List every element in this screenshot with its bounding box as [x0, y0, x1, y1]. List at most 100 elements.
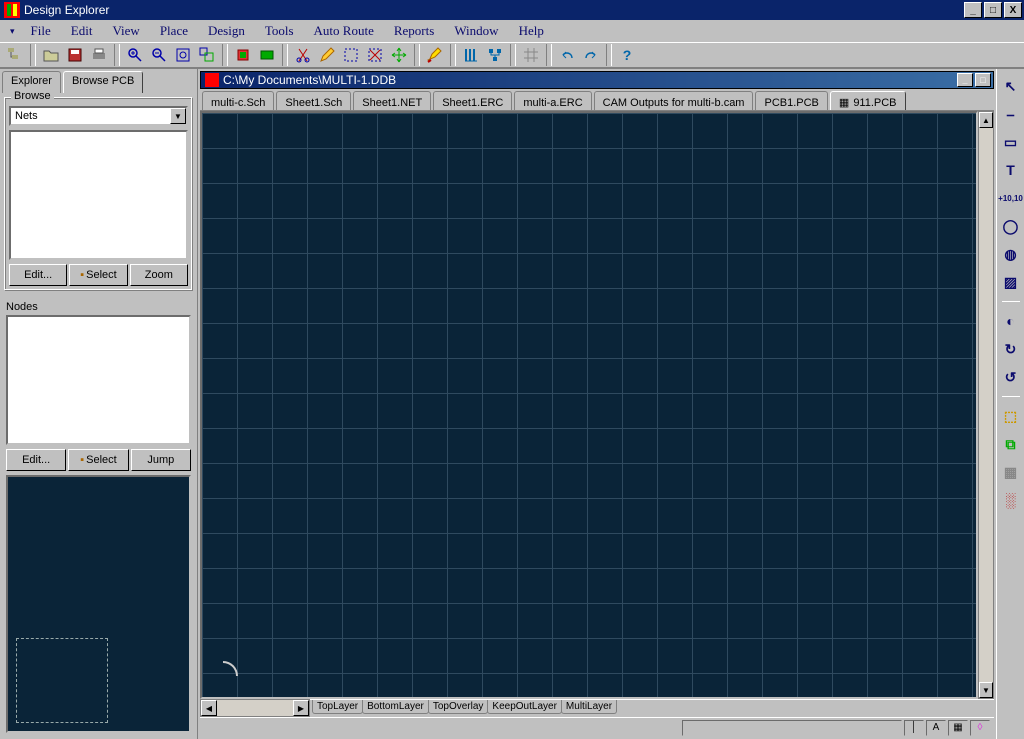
tb-undo-icon[interactable]: [556, 44, 578, 66]
menu-tools[interactable]: Tools: [255, 21, 304, 41]
minimize-button[interactable]: _: [964, 2, 982, 18]
tb-highlight-icon[interactable]: [424, 44, 446, 66]
nodes-listbox[interactable]: [6, 315, 191, 445]
hscroll-track[interactable]: [217, 700, 293, 716]
tb-component-icon[interactable]: [232, 44, 254, 66]
menu-view[interactable]: View: [102, 21, 149, 41]
tool-coord-icon[interactable]: +10,10: [1000, 187, 1022, 209]
tb-grid-icon[interactable]: [520, 44, 542, 66]
status-cell-2[interactable]: A: [926, 720, 946, 736]
menu-help[interactable]: Help: [509, 21, 554, 41]
tb-zoom-out-icon[interactable]: [148, 44, 170, 66]
tb-pencil-icon[interactable]: [316, 44, 338, 66]
tool-rect-icon[interactable]: ▭: [1000, 131, 1022, 153]
menu-window[interactable]: Window: [444, 21, 508, 41]
scroll-down-icon[interactable]: ▼: [979, 682, 993, 698]
menu-reports[interactable]: Reports: [384, 21, 444, 41]
zoom-button[interactable]: Zoom: [130, 264, 188, 286]
tool-component-icon[interactable]: ⧉: [1000, 433, 1022, 455]
tb-redo-icon[interactable]: [580, 44, 602, 66]
layer-bottom[interactable]: BottomLayer: [362, 700, 429, 714]
doc-maximize-button[interactable]: □: [975, 73, 991, 87]
tb-open-icon[interactable]: [40, 44, 62, 66]
tab-sheet1-net[interactable]: Sheet1.NET: [353, 91, 431, 110]
jump-button[interactable]: Jump: [131, 449, 191, 471]
tb-zoom-in-icon[interactable]: [124, 44, 146, 66]
menu-dropdown-icon[interactable]: ▾: [10, 26, 21, 37]
tab-911-pcb[interactable]: ▦911.PCB: [830, 91, 906, 110]
tb-help-icon[interactable]: ?: [616, 44, 638, 66]
tool-rotate-cw-icon[interactable]: ↻: [1000, 338, 1022, 360]
tab-cam-outputs[interactable]: CAM Outputs for multi-b.cam: [594, 91, 754, 110]
document-icon: [205, 73, 219, 87]
edit-button-bottom[interactable]: Edit...: [6, 449, 66, 471]
tool-polygon-icon[interactable]: ░: [1000, 489, 1022, 511]
tab-sheet1-sch[interactable]: Sheet1.Sch: [276, 91, 351, 110]
right-toolbar: ↖ ⎯ ▭ T +10,10 ◯ ◍ ▨ ◐ ↻ ↺ ⬚ ⧉ ▦ ░: [996, 69, 1024, 739]
menu-bar: ▾ File Edit View Place Design Tools Auto…: [0, 20, 1024, 42]
select-button-bottom[interactable]: ▪Select: [68, 449, 128, 471]
tb-move-icon[interactable]: [388, 44, 410, 66]
menu-file[interactable]: File: [21, 21, 61, 41]
scroll-left-icon[interactable]: ◀: [201, 700, 217, 716]
vertical-scrollbar[interactable]: ▲ ▼: [978, 111, 994, 699]
tb-select-rect-icon[interactable]: [340, 44, 362, 66]
status-cell-keyboard-icon[interactable]: ▦: [948, 720, 968, 736]
layer-keepout[interactable]: KeepOutLayer: [487, 700, 562, 714]
pcb-canvas[interactable]: [200, 111, 978, 699]
combo-arrow-icon[interactable]: ▼: [170, 108, 186, 124]
scroll-up-icon[interactable]: ▲: [979, 112, 993, 128]
horizontal-scrollbar[interactable]: ◀ ▶: [200, 699, 310, 717]
tab-sheet1-erc[interactable]: Sheet1.ERC: [433, 91, 512, 110]
tb-cut-icon[interactable]: [292, 44, 314, 66]
menu-design[interactable]: Design: [198, 21, 255, 41]
tool-via-icon[interactable]: ◍: [1000, 243, 1022, 265]
tab-browse-pcb[interactable]: Browse PCB: [63, 71, 143, 93]
layer-multi[interactable]: MultiLayer: [561, 700, 617, 714]
tool-fill-icon[interactable]: ▨: [1000, 271, 1022, 293]
edit-button-top[interactable]: Edit...: [9, 264, 67, 286]
origin-marker-icon: [208, 661, 238, 691]
tb-zoom-area-icon[interactable]: [196, 44, 218, 66]
select-button-top[interactable]: ▪Select: [69, 264, 127, 286]
tb-print-icon[interactable]: [88, 44, 110, 66]
vscroll-track[interactable]: [979, 128, 993, 682]
menu-autoroute[interactable]: Auto Route: [304, 21, 384, 41]
nets-listbox[interactable]: [9, 130, 188, 260]
main-toolbar: ?: [0, 42, 1024, 68]
tool-pointer-icon[interactable]: ↖: [1000, 75, 1022, 97]
layer-top[interactable]: TopLayer: [312, 700, 363, 714]
tab-multic-sch[interactable]: multi-c.Sch: [202, 91, 274, 110]
document-tabs: multi-c.Sch Sheet1.Sch Sheet1.NET Sheet1…: [200, 89, 994, 111]
tb-library-icon[interactable]: [460, 44, 482, 66]
close-button[interactable]: X: [1004, 2, 1022, 18]
tool-arc-icon[interactable]: ◐: [1000, 310, 1022, 332]
tb-pad-icon[interactable]: [256, 44, 278, 66]
maximize-button[interactable]: □: [984, 2, 1002, 18]
tool-line-icon[interactable]: ⎯: [1000, 103, 1022, 125]
status-cell-1[interactable]: │: [904, 720, 924, 736]
tb-zoom-fit-icon[interactable]: [172, 44, 194, 66]
layer-topoverlay[interactable]: TopOverlay: [428, 700, 489, 714]
tb-save-icon[interactable]: [64, 44, 86, 66]
tb-netlist-icon[interactable]: [484, 44, 506, 66]
menu-edit[interactable]: Edit: [61, 21, 103, 41]
tool-array-icon[interactable]: ▦: [1000, 461, 1022, 483]
app-icon: [4, 2, 20, 18]
layer-tabs: TopLayer BottomLayer TopOverlay KeepOutL…: [310, 699, 994, 717]
minimap[interactable]: [6, 475, 191, 733]
tab-pcb1[interactable]: PCB1.PCB: [755, 91, 827, 110]
tool-rotate-ccw-icon[interactable]: ↺: [1000, 366, 1022, 388]
scroll-right-icon[interactable]: ▶: [293, 700, 309, 716]
browse-combo[interactable]: Nets ▼: [9, 106, 188, 126]
doc-minimize-button[interactable]: _: [957, 73, 973, 87]
menu-place[interactable]: Place: [150, 21, 198, 41]
tb-deselect-icon[interactable]: [364, 44, 386, 66]
tb-tree-icon[interactable]: [4, 44, 26, 66]
status-cell-eraser-icon[interactable]: ◊: [970, 720, 990, 736]
tool-text-icon[interactable]: T: [1000, 159, 1022, 181]
status-message: [682, 720, 902, 736]
tool-pad-icon[interactable]: ⬚: [1000, 405, 1022, 427]
tool-circle-icon[interactable]: ◯: [1000, 215, 1022, 237]
tab-multia-erc[interactable]: multi-a.ERC: [514, 91, 591, 110]
